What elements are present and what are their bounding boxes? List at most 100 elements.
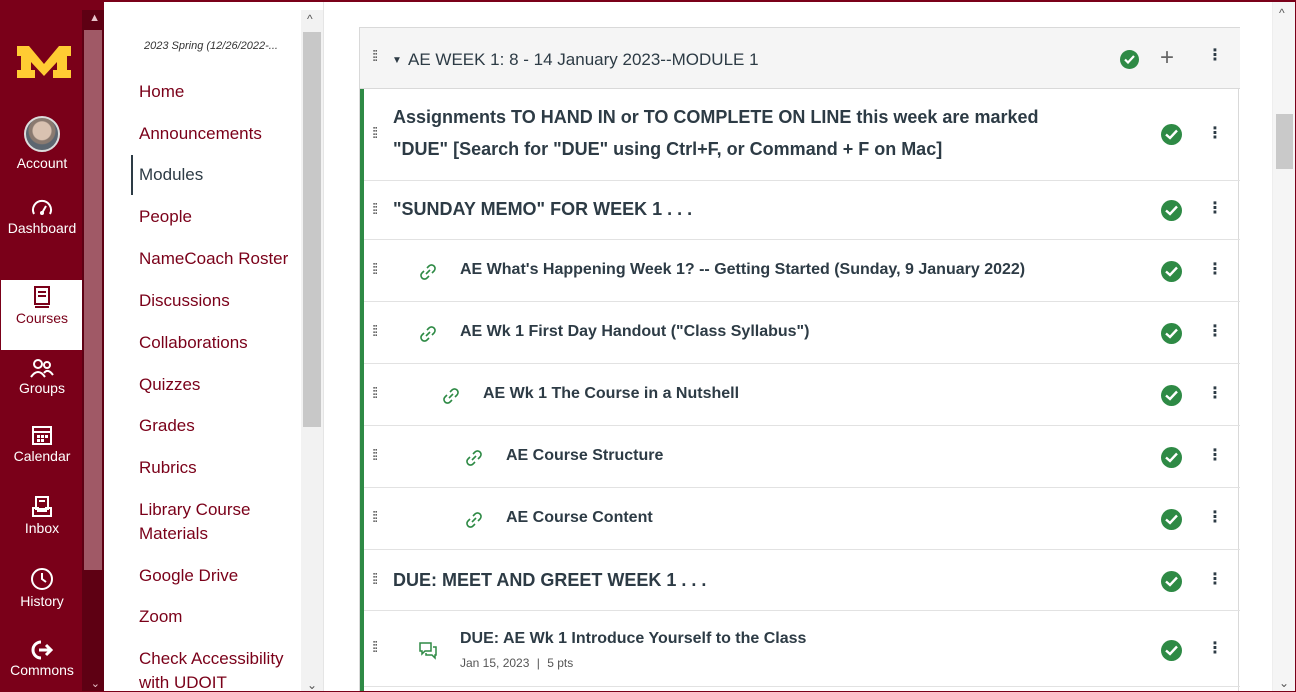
nav-groups-label: Groups xyxy=(19,380,65,396)
course-nav-zoom[interactable]: Zoom xyxy=(139,605,299,629)
published-check-icon[interactable] xyxy=(1161,447,1182,468)
kebab-menu-icon[interactable]: ⋮ xyxy=(1207,572,1223,588)
due-date: Jan 15, 2023 xyxy=(460,656,530,670)
kebab-menu-icon[interactable]: ⋮ xyxy=(1207,448,1223,464)
active-indicator xyxy=(131,155,133,195)
item-title[interactable]: AE Course Content xyxy=(506,509,653,527)
meta-separator: | xyxy=(536,656,540,670)
item-title[interactable]: AE What's Happening Week 1? -- Getting S… xyxy=(460,261,1025,279)
university-logo[interactable] xyxy=(15,40,73,80)
drag-handle-icon[interactable]: ⁞⁞ xyxy=(372,324,379,339)
nav-commons[interactable]: Commons xyxy=(1,640,83,691)
module-item[interactable]: ⁞⁞ DUE: AE Wk 1 Introduce Yourself to th… xyxy=(364,611,1240,687)
course-nav-grades[interactable]: Grades xyxy=(139,414,299,438)
published-check-icon[interactable] xyxy=(1161,509,1182,530)
module-item[interactable]: ⁞⁞ AE What's Happening Week 1? -- Gettin… xyxy=(364,240,1240,302)
drag-handle-icon[interactable]: ⁞⁞ xyxy=(372,49,379,64)
scroll-down-arrow-icon[interactable]: ⌄ xyxy=(1279,676,1289,690)
drag-handle-icon[interactable]: ⁞⁞ xyxy=(372,262,379,277)
published-check-icon[interactable] xyxy=(1161,323,1182,344)
drag-handle-icon[interactable]: ⁞⁞ xyxy=(372,126,379,141)
global-nav-scrollbar[interactable]: ▲ ⌄ xyxy=(82,10,104,691)
published-check-icon[interactable] xyxy=(1120,50,1139,69)
scrollbar-thumb[interactable] xyxy=(1276,114,1293,169)
module-item[interactable]: ⁞⁞ AE Wk 1 The Course in a Nutshell ⋮ xyxy=(364,364,1240,426)
course-nav-quizzes[interactable]: Quizzes xyxy=(139,373,299,397)
course-nav-scrollbar[interactable]: ^ ⌄ xyxy=(301,10,323,691)
nav-dashboard[interactable]: Dashboard xyxy=(1,198,83,272)
module-item[interactable]: ⁞⁞ DUE: MEET AND GREET WEEK 1 . . . ⋮ xyxy=(364,550,1240,611)
item-title[interactable]: AE Course Structure xyxy=(506,447,663,465)
module-title: AE WEEK 1: 8 - 14 January 2023--MODULE 1 xyxy=(408,50,759,69)
link-icon xyxy=(466,450,482,466)
dashboard-icon xyxy=(32,199,52,215)
nav-history-label: History xyxy=(20,593,64,609)
course-nav-check-accessibility[interactable]: Check Accessibility with UDOIT xyxy=(139,647,304,691)
item-title[interactable]: DUE: AE Wk 1 Introduce Yourself to the C… xyxy=(460,630,806,648)
avatar xyxy=(24,116,60,152)
published-check-icon[interactable] xyxy=(1161,124,1182,145)
add-item-plus-icon[interactable]: + xyxy=(1160,44,1174,72)
course-nav-rubrics[interactable]: Rubrics xyxy=(139,456,299,480)
course-nav-google-drive[interactable]: Google Drive xyxy=(139,564,299,588)
scroll-down-arrow-icon[interactable]: ⌄ xyxy=(91,677,100,690)
collapse-caret-icon[interactable]: ▼ xyxy=(392,55,402,66)
nav-inbox[interactable]: Inbox xyxy=(1,496,83,548)
drag-handle-icon[interactable]: ⁞⁞ xyxy=(372,640,379,655)
published-check-icon[interactable] xyxy=(1161,385,1182,406)
drag-handle-icon[interactable]: ⁞⁞ xyxy=(372,510,379,525)
kebab-menu-icon[interactable]: ⋮ xyxy=(1207,386,1223,402)
global-navigation: Account Dashboard Courses Groups Calenda… xyxy=(1,2,104,691)
course-nav-library-course-materials[interactable]: Library Course Materials xyxy=(139,498,279,546)
nav-courses[interactable]: Courses xyxy=(1,280,83,350)
nav-account[interactable]: Account xyxy=(1,114,83,186)
scroll-down-arrow-icon[interactable]: ⌄ xyxy=(307,678,317,691)
published-check-icon[interactable] xyxy=(1161,571,1182,592)
scroll-up-arrow-icon[interactable]: ▲ xyxy=(89,12,100,24)
drag-handle-icon[interactable]: ⁞⁞ xyxy=(372,202,379,217)
module-item[interactable]: ⁞⁞ Assignments TO HAND IN or TO COMPLETE… xyxy=(364,89,1240,181)
kebab-menu-icon[interactable]: ⋮ xyxy=(1207,126,1223,142)
course-navigation: 2023 Spring (12/26/2022-... Home Announc… xyxy=(104,2,324,691)
scroll-up-arrow-icon[interactable]: ^ xyxy=(1279,6,1285,20)
course-nav-people[interactable]: People xyxy=(139,205,299,229)
kebab-menu-icon[interactable]: ⋮ xyxy=(1207,201,1223,217)
module-item[interactable]: ⁞⁞ AE Course Content ⋮ xyxy=(364,488,1240,550)
nav-groups[interactable]: Groups xyxy=(1,358,83,410)
course-nav-namecoach-roster[interactable]: NameCoach Roster xyxy=(139,247,299,271)
module-header[interactable]: ⁞⁞ ▼ AE WEEK 1: 8 - 14 January 2023--MOD… xyxy=(360,27,1240,89)
kebab-menu-icon[interactable]: ⋮ xyxy=(1207,262,1223,278)
inbox-icon xyxy=(32,496,52,517)
page-scrollbar[interactable]: ^ ⌄ xyxy=(1272,2,1295,691)
course-nav-discussions[interactable]: Discussions xyxy=(139,289,299,313)
item-title[interactable]: AE Wk 1 The Course in a Nutshell xyxy=(483,385,739,403)
module-item[interactable]: ⁞⁞ AE Wk 1 First Day Handout ("Class Syl… xyxy=(364,302,1240,364)
course-nav-modules[interactable]: Modules xyxy=(139,163,299,187)
module-item[interactable]: ⁞⁞ "SUNDAY MEMO" FOR WEEK 1 . . . ⋮ xyxy=(364,181,1240,240)
scrollbar-thumb[interactable] xyxy=(84,30,102,570)
drag-handle-icon[interactable]: ⁞⁞ xyxy=(372,448,379,463)
module-item[interactable]: ⁞⁞ AE Course Structure ⋮ xyxy=(364,426,1240,488)
published-check-icon[interactable] xyxy=(1161,640,1182,661)
nav-courses-label: Courses xyxy=(15,310,69,326)
scrollbar-thumb[interactable] xyxy=(303,32,321,427)
course-nav-collaborations[interactable]: Collaborations xyxy=(139,331,299,355)
kebab-menu-icon[interactable]: ⋮ xyxy=(1207,48,1223,64)
item-title[interactable]: AE Wk 1 First Day Handout ("Class Syllab… xyxy=(460,323,809,341)
item-meta: Jan 15, 2023 | 5 pts xyxy=(460,656,573,670)
kebab-menu-icon[interactable]: ⋮ xyxy=(1207,510,1223,526)
published-check-icon[interactable] xyxy=(1161,200,1182,221)
course-nav-home[interactable]: Home xyxy=(139,80,299,104)
kebab-menu-icon[interactable]: ⋮ xyxy=(1207,324,1223,340)
drag-handle-icon[interactable]: ⁞⁞ xyxy=(372,386,379,401)
course-nav-announcements[interactable]: Announcements xyxy=(139,122,299,146)
nav-dashboard-label: Dashboard xyxy=(7,220,77,236)
drag-handle-icon[interactable]: ⁞⁞ xyxy=(372,572,379,587)
nav-calendar-label: Calendar xyxy=(13,448,71,464)
kebab-menu-icon[interactable]: ⋮ xyxy=(1207,641,1223,657)
nav-calendar[interactable]: Calendar xyxy=(1,424,83,480)
calendar-icon xyxy=(32,426,52,445)
nav-history[interactable]: History xyxy=(1,567,83,619)
published-check-icon[interactable] xyxy=(1161,261,1182,282)
scroll-up-arrow-icon[interactable]: ^ xyxy=(307,12,313,26)
